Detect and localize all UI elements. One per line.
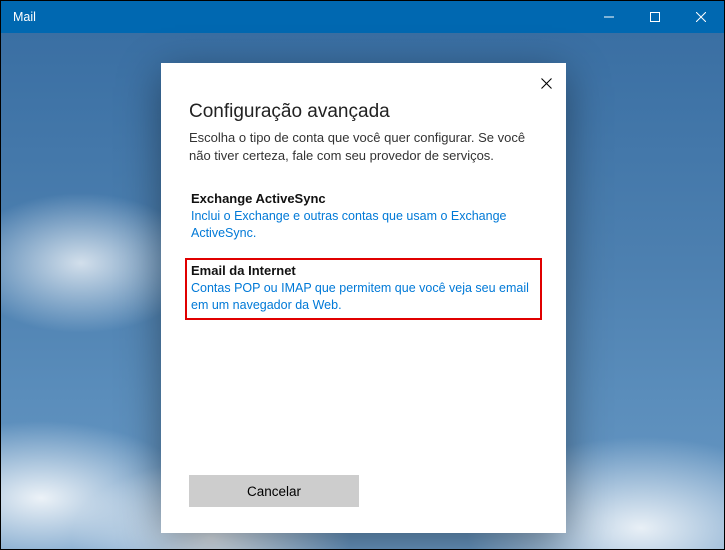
dialog-title: Configuração avançada xyxy=(189,101,538,123)
cancel-button[interactable]: Cancelar xyxy=(189,475,359,507)
dialog-body: Configuração avançada Escolha o tipo de … xyxy=(161,63,566,475)
titlebar: Mail xyxy=(1,1,724,33)
option-title: Email da Internet xyxy=(191,263,536,278)
option-exchange-activesync[interactable]: Exchange ActiveSync Inclui o Exchange e … xyxy=(189,187,538,248)
option-desc: Contas POP ou IMAP que permitem que você… xyxy=(191,280,536,314)
option-internet-email[interactable]: Email da Internet Contas POP ou IMAP que… xyxy=(185,258,542,321)
minimize-icon xyxy=(604,12,614,22)
app-window: Mail Configuração avançada Escolha o tip… xyxy=(0,0,725,550)
dialog-close-button[interactable] xyxy=(532,69,560,97)
option-desc: Inclui o Exchange e outras contas que us… xyxy=(191,208,536,242)
option-title: Exchange ActiveSync xyxy=(191,191,536,206)
maximize-icon xyxy=(650,12,660,22)
maximize-button[interactable] xyxy=(632,1,678,33)
dialog-subtitle: Escolha o tipo de conta que você quer co… xyxy=(189,129,538,165)
close-icon xyxy=(541,78,552,89)
titlebar-controls xyxy=(586,1,724,33)
close-icon xyxy=(696,12,706,22)
minimize-button[interactable] xyxy=(586,1,632,33)
advanced-setup-dialog: Configuração avançada Escolha o tipo de … xyxy=(161,63,566,533)
close-window-button[interactable] xyxy=(678,1,724,33)
dialog-footer: Cancelar xyxy=(161,475,566,533)
window-title: Mail xyxy=(13,10,36,24)
